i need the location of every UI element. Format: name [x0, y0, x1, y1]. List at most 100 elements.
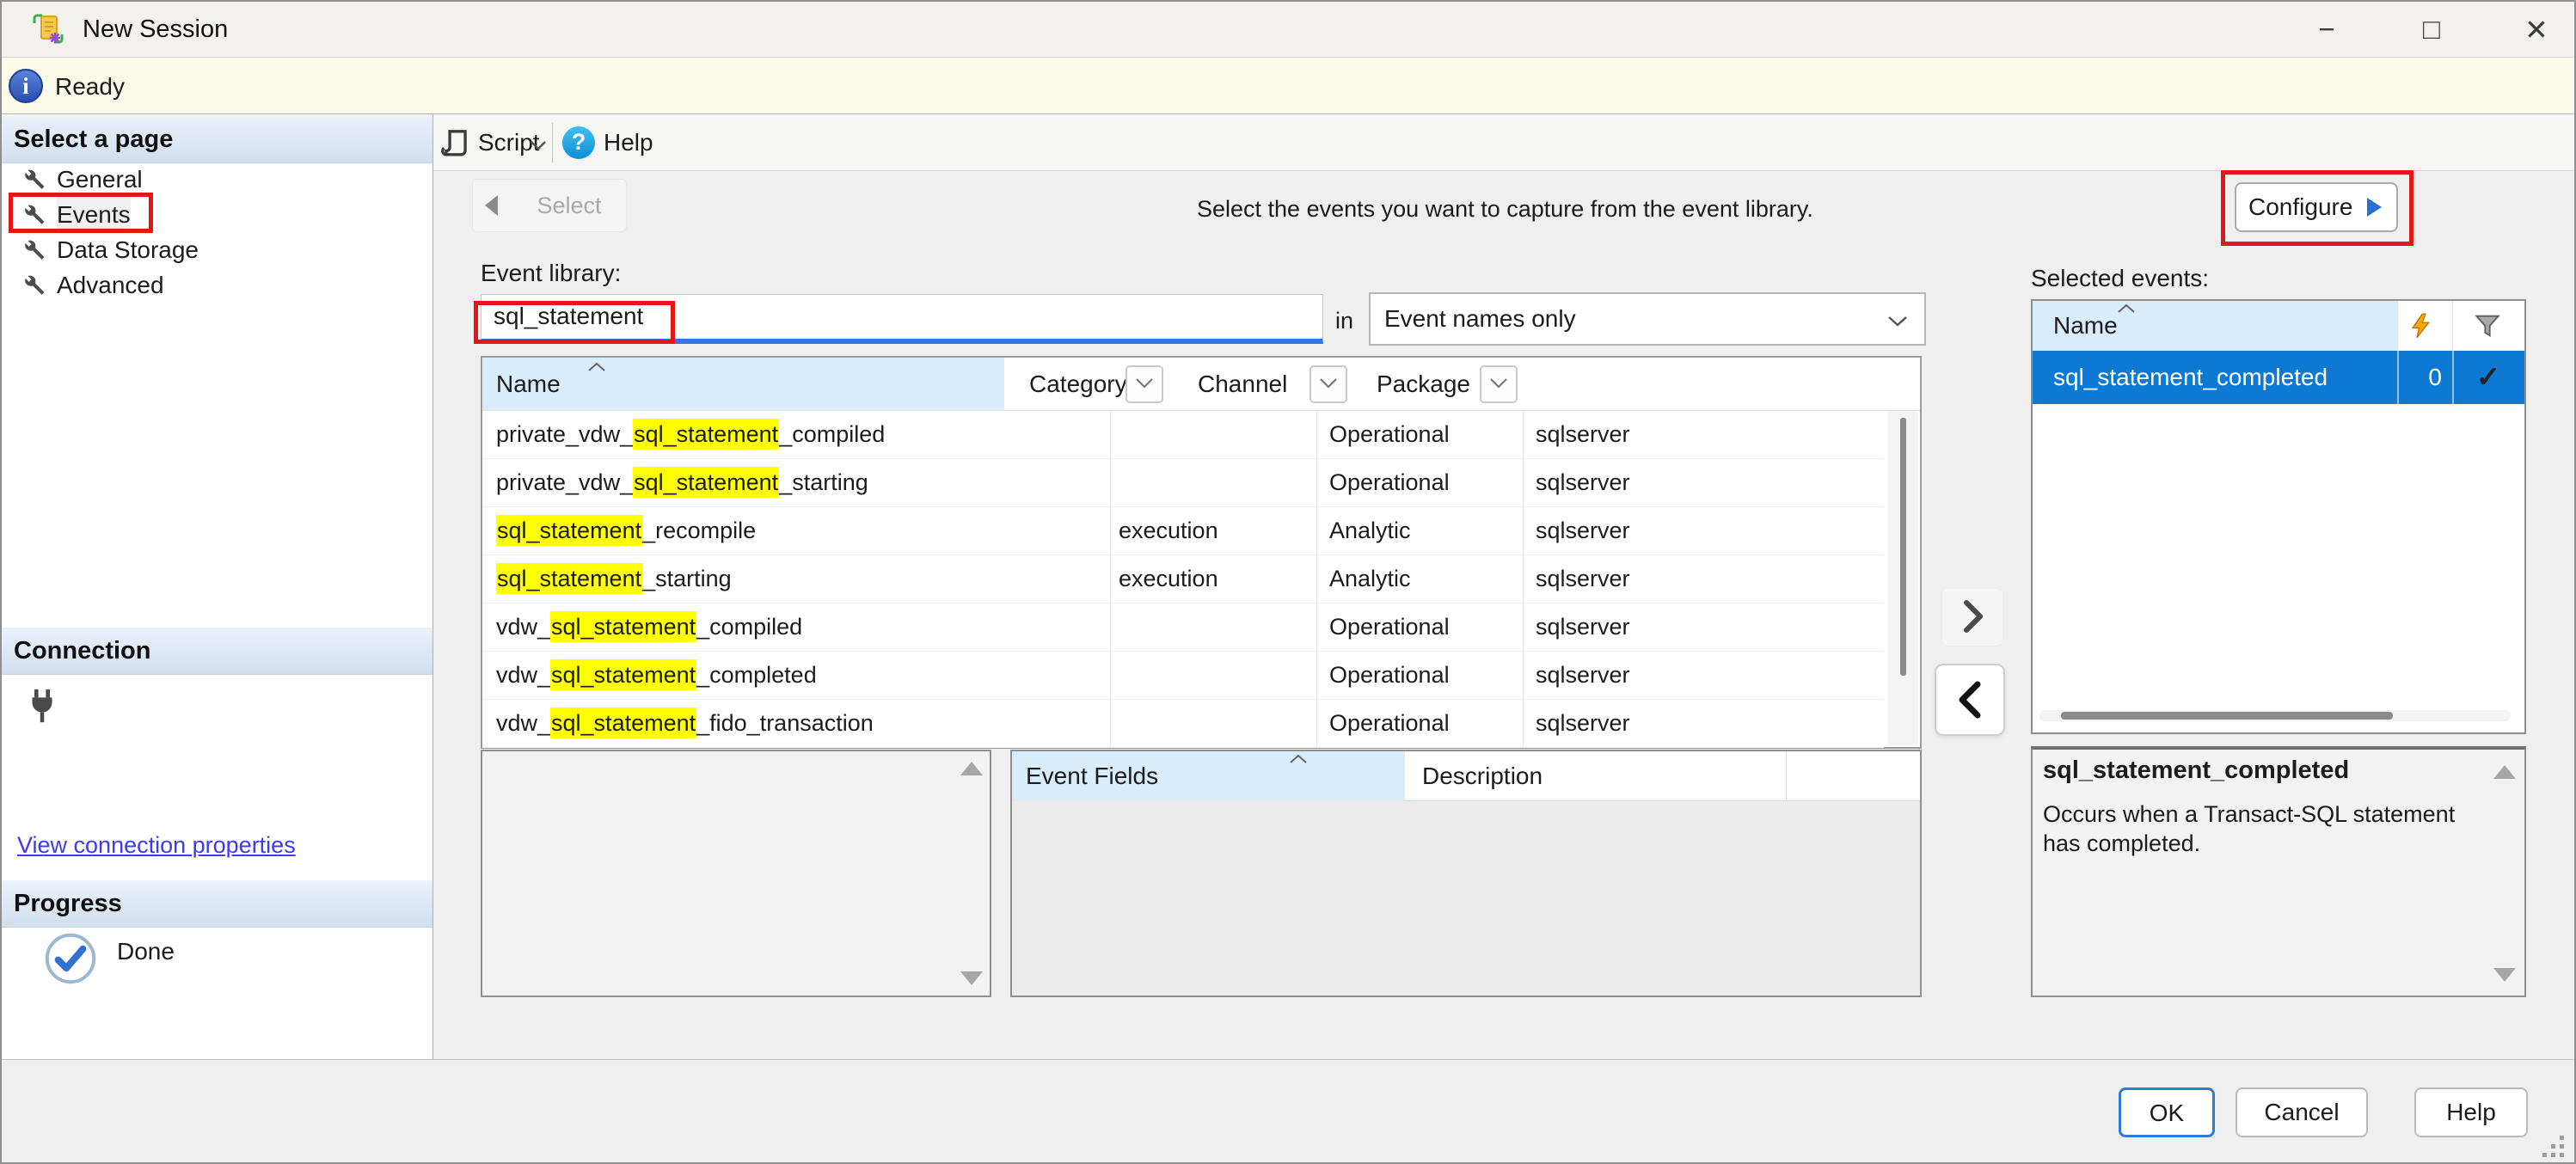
cancel-button[interactable]: Cancel [2236, 1087, 2368, 1137]
event-channel: Operational [1329, 700, 1450, 747]
event-name: vdw_sql_statement_completed [496, 652, 817, 699]
minimize-button[interactable]: − [2308, 13, 2346, 46]
description-column-header[interactable]: Description [1422, 751, 1543, 801]
search-highlight: sql_statement [550, 659, 696, 690]
toolbar-divider [552, 123, 553, 162]
package-filter-dropdown[interactable] [1480, 365, 1518, 403]
event-library-table: Name Category Channel Package private_vd… [481, 356, 1922, 749]
table-row[interactable]: vdw_sql_statement_fido_transaction Opera… [482, 700, 1884, 748]
selected-events-table: Name sql_statement_completed 0 ✓ [2031, 299, 2526, 734]
window-controls: − □ ✕ [2308, 2, 2555, 57]
scroll-up-icon[interactable] [960, 762, 983, 775]
horizontal-scrollbar[interactable] [2039, 710, 2511, 721]
selected-event-count: 0 [2397, 351, 2442, 404]
package-header-label: Package [1377, 358, 1470, 411]
selected-event-name: sql_statement_completed [2053, 351, 2328, 404]
event-channel: Analytic [1329, 507, 1411, 554]
view-connection-properties-link[interactable]: View connection properties [17, 832, 296, 859]
event-fields-header: Event Fields Description [1012, 751, 1920, 801]
add-event-button[interactable] [1941, 588, 2003, 646]
table-row[interactable]: sql_statement_recompile execution Analyt… [482, 507, 1884, 555]
connection-icon [22, 686, 62, 730]
help-button[interactable]: Help [604, 114, 653, 171]
check-icon: ✓ [2452, 351, 2524, 404]
event-name: vdw_sql_statement_fido_transaction [496, 700, 874, 747]
selected-name-column-header[interactable]: Name [2033, 301, 2397, 351]
event-name: private_vdw_sql_statement_compiled [496, 411, 885, 458]
event-channel: Operational [1329, 411, 1450, 458]
annotation-box-configure [2221, 170, 2413, 246]
scrollbar-thumb[interactable] [2061, 712, 2393, 720]
instruction-text: Select the events you want to capture fr… [1197, 196, 1813, 223]
lightning-icon [2408, 312, 2434, 344]
event-details-panel [481, 750, 991, 997]
search-highlight: sql_statement [550, 611, 696, 642]
sidebar-item-label: Advanced [57, 267, 164, 303]
wrench-icon [21, 166, 46, 192]
table-row[interactable]: vdw_sql_statement_completed Operational … [482, 652, 1884, 700]
search-highlight: sql_statement [496, 563, 642, 594]
select-page-button[interactable]: Select [472, 179, 627, 232]
table-row[interactable]: sql_statement_starting execution Analyti… [482, 555, 1884, 603]
filter-icon [2473, 312, 2502, 344]
event-fields-column-header[interactable]: Event Fields [1012, 751, 1405, 801]
select-a-page-header: Select a page [2, 116, 432, 163]
event-library-label: Event library: [481, 260, 621, 287]
scroll-down-icon[interactable] [2493, 968, 2516, 982]
select-button-label: Select [518, 180, 621, 231]
maximize-button[interactable]: □ [2413, 13, 2450, 46]
event-package: sqlserver [1536, 411, 1630, 458]
selected-events-header: Name [2033, 301, 2524, 351]
search-scope-value: Event names only [1384, 294, 1576, 344]
event-package: sqlserver [1536, 507, 1630, 554]
vertical-scrollbar[interactable] [1887, 411, 1918, 745]
description-title: sql_statement_completed [2043, 757, 2349, 785]
close-button[interactable]: ✕ [2518, 13, 2555, 46]
event-category: execution [1119, 507, 1218, 554]
event-fields-label: Event Fields [1026, 751, 1158, 801]
event-name: private_vdw_sql_statement_starting [496, 459, 868, 506]
table-row[interactable]: private_vdw_sql_statement_starting Opera… [482, 459, 1884, 507]
selected-event-row[interactable]: sql_statement_completed 0 ✓ [2033, 351, 2524, 404]
table-row[interactable]: private_vdw_sql_statement_compiled Opera… [482, 411, 1884, 459]
scrollbar-thumb[interactable] [1900, 418, 1906, 676]
new-session-dialog: New Session − □ ✕ i Ready Select a page … [0, 0, 2576, 1164]
selected-events-label: Selected events: [2031, 265, 2209, 292]
category-header-label: Category [1029, 358, 1127, 411]
sidebar: Select a page General Events Data Storag… [2, 114, 433, 1059]
channel-filter-dropdown[interactable] [1309, 365, 1347, 403]
event-description-panel: sql_statement_completed Occurs when a Tr… [2031, 746, 2526, 997]
scroll-down-icon[interactable] [960, 971, 983, 985]
done-icon [43, 931, 98, 990]
script-icon [440, 127, 471, 162]
name-column-header[interactable]: Name [482, 358, 1004, 411]
event-package: sqlserver [1536, 700, 1630, 747]
category-filter-dropdown[interactable] [1125, 365, 1163, 403]
ok-button[interactable]: OK [2119, 1087, 2215, 1137]
dialog-footer: OK Cancel Help [2, 1059, 2574, 1164]
event-category: execution [1119, 555, 1218, 603]
sidebar-item-general[interactable]: General [2, 162, 432, 197]
sidebar-item-advanced[interactable]: Advanced [2, 267, 432, 303]
resize-grip[interactable] [2542, 1135, 2566, 1159]
sidebar-item-data-storage[interactable]: Data Storage [2, 232, 432, 267]
event-name: vdw_sql_statement_compiled [496, 603, 802, 651]
chevron-down-icon [1886, 315, 1909, 333]
chevron-down-icon[interactable] [530, 139, 547, 155]
wrench-icon [21, 236, 46, 262]
remove-event-button[interactable] [1935, 664, 2005, 736]
app-icon [31, 12, 65, 51]
annotation-box-search-term [474, 301, 675, 344]
sidebar-item-label: General [57, 162, 143, 197]
event-channel: Operational [1329, 459, 1450, 506]
table-row[interactable]: vdw_sql_statement_compiled Operational s… [482, 603, 1884, 652]
help-button-footer[interactable]: Help [2414, 1087, 2528, 1137]
search-scope-dropdown[interactable]: Event names only [1369, 292, 1926, 346]
arrow-left-icon [485, 195, 498, 216]
scroll-up-icon[interactable] [2493, 765, 2516, 779]
library-table-header: Name Category Channel Package [482, 358, 1920, 411]
event-package: sqlserver [1536, 652, 1630, 699]
sort-ascending-icon [2115, 303, 2137, 319]
progress-status: Done [117, 938, 175, 965]
column-divider [1786, 751, 1787, 801]
